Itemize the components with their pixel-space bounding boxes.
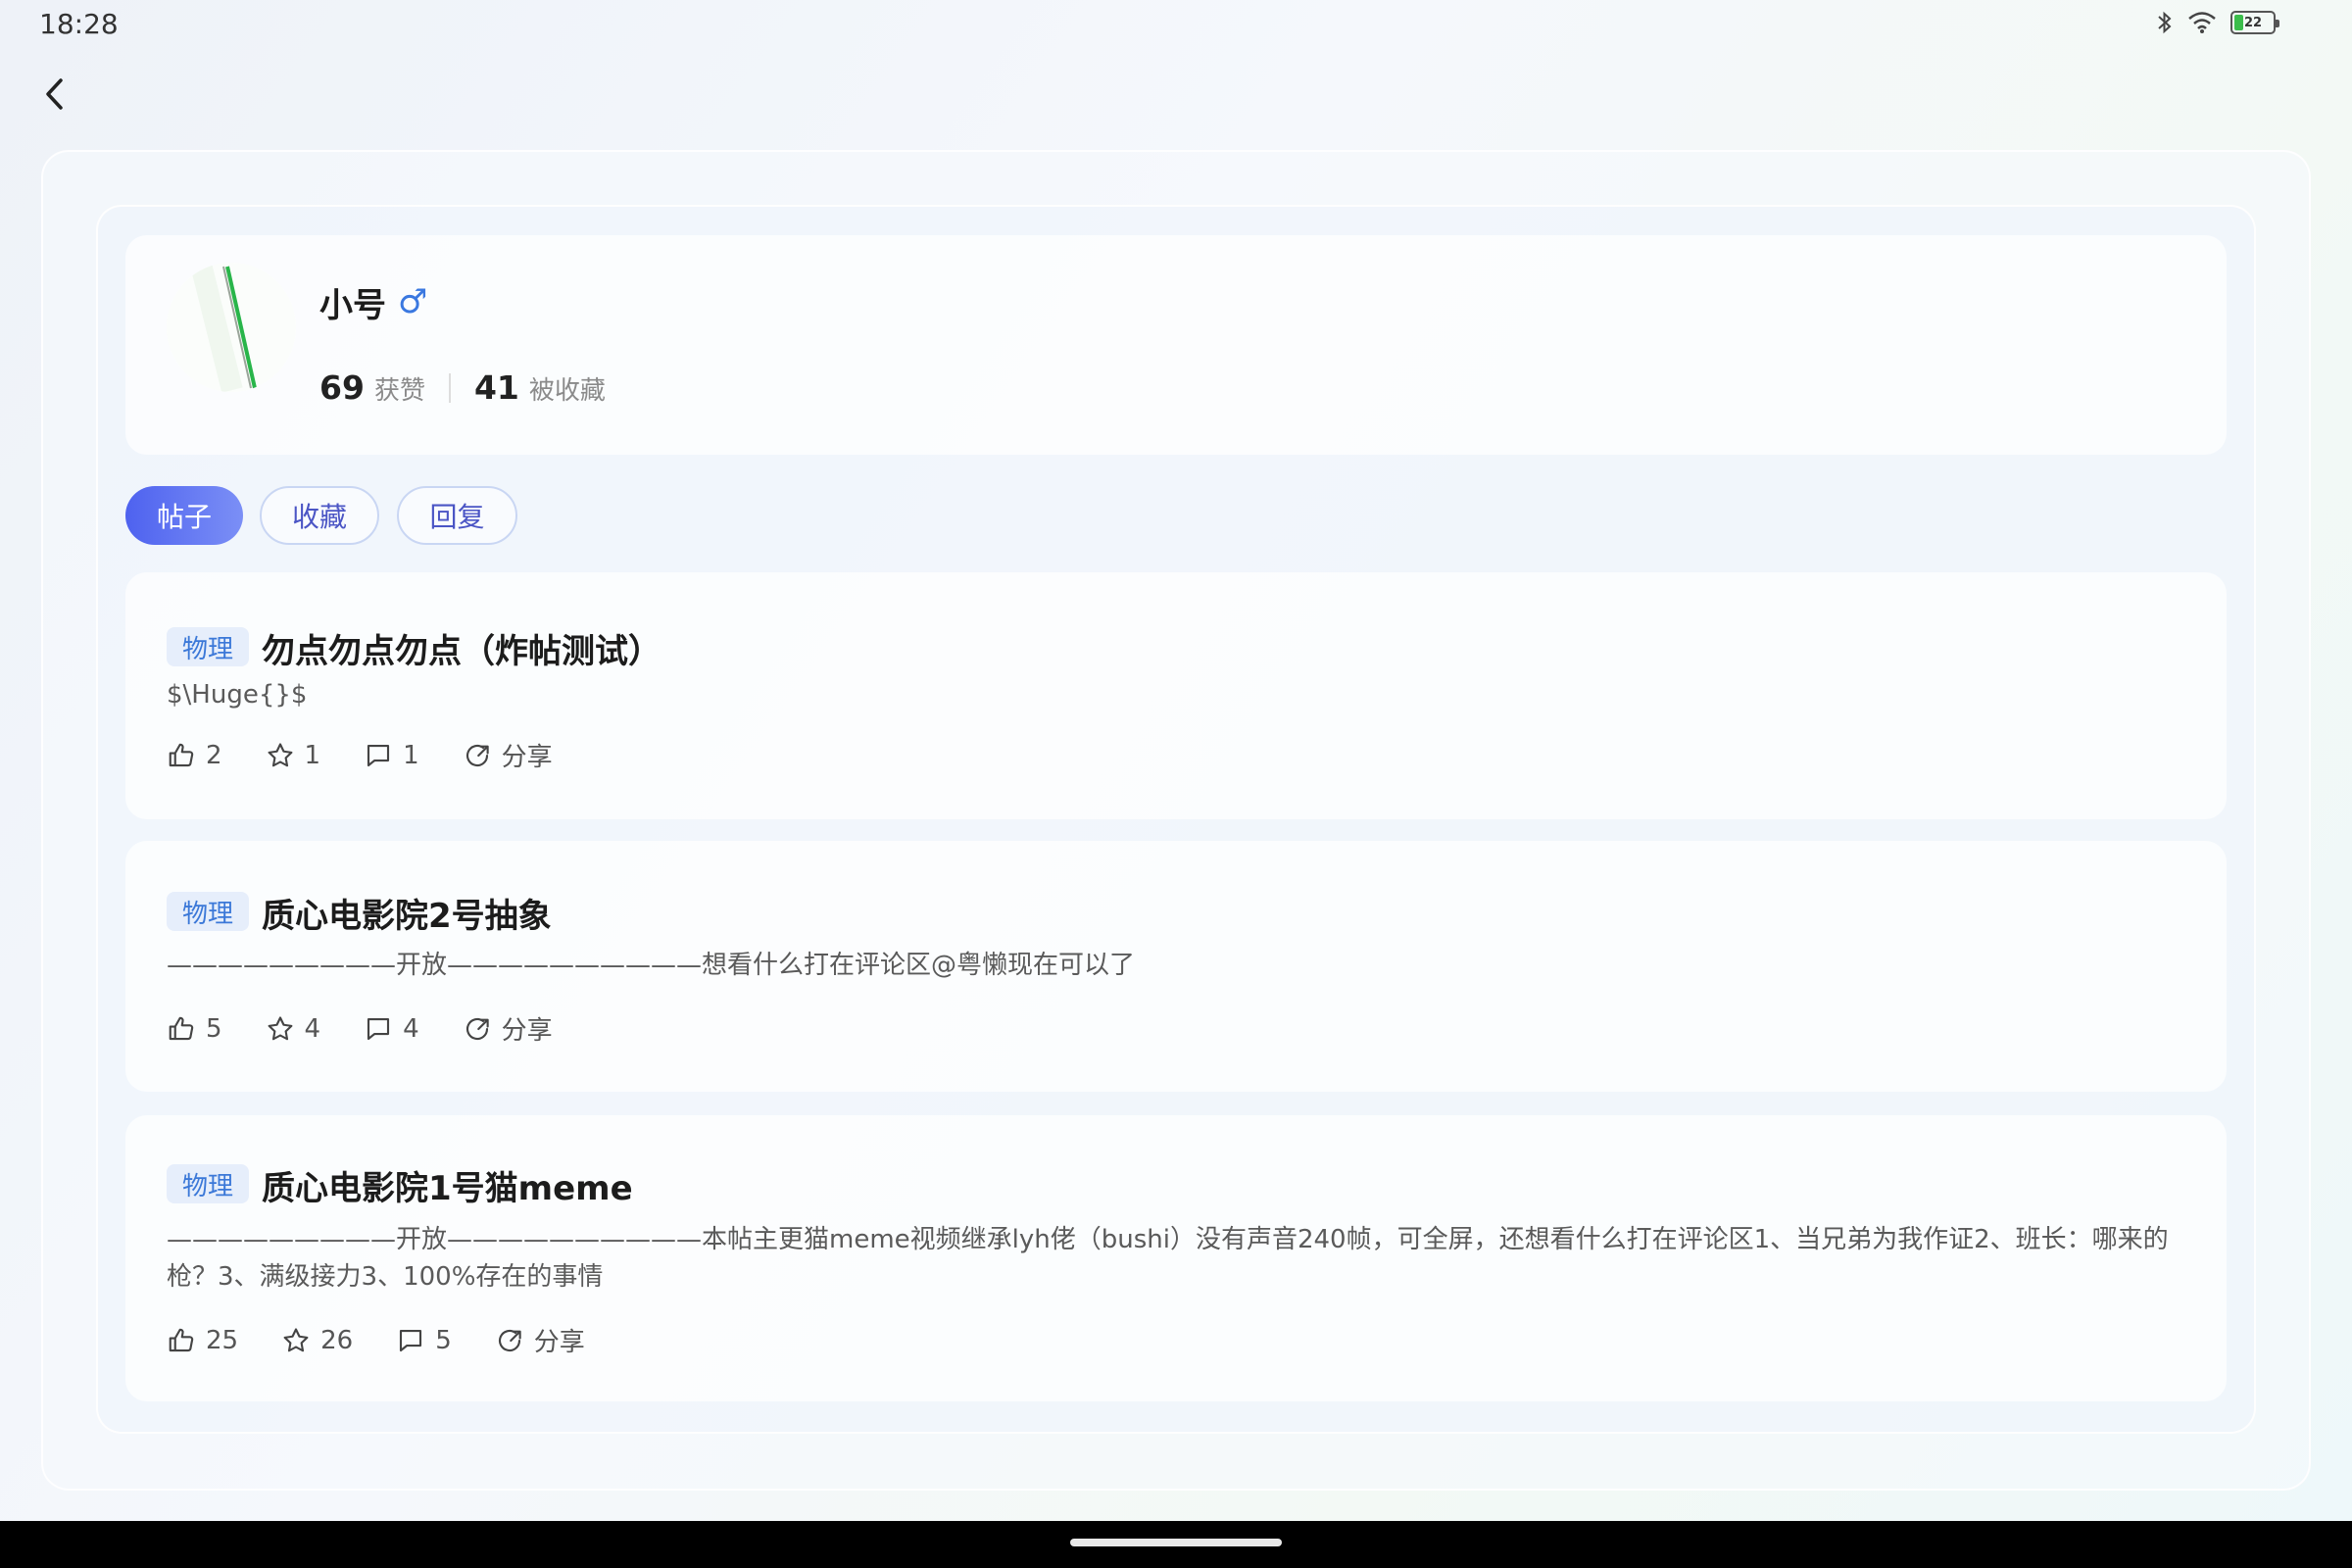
post-card[interactable]: 物理 勿点勿点勿点（炸帖测试） $\Huge{}$ 2 1 1 分享: [125, 572, 2227, 819]
star-icon: [268, 742, 292, 766]
share-button[interactable]: 分享: [463, 1010, 553, 1047]
home-indicator[interactable]: [1070, 1539, 1282, 1546]
thumb-up-icon: [169, 1328, 194, 1351]
category-tag[interactable]: 物理: [167, 892, 250, 931]
avatar[interactable]: [167, 263, 296, 392]
stat-divider: [448, 372, 451, 403]
comment-button[interactable]: 1: [364, 741, 419, 770]
likes-label: 获赞: [373, 376, 425, 406]
favorite-button[interactable]: 1: [266, 740, 321, 770]
like-count: 5: [206, 1013, 222, 1044]
thumb-up-icon: [169, 1016, 194, 1040]
profile-stats: 69 获赞 41 被收藏: [319, 368, 606, 407]
share-icon: [466, 1017, 489, 1040]
chevron-left-icon: [46, 78, 63, 110]
comment-button[interactable]: 5: [396, 1326, 452, 1355]
post-excerpt: $\Huge{}$: [167, 680, 308, 710]
share-button[interactable]: 分享: [463, 737, 553, 773]
back-button[interactable]: [33, 73, 76, 116]
comment-button[interactable]: 4: [364, 1014, 419, 1044]
post-actions: 5 4 4 分享: [167, 1010, 596, 1047]
favorite-count: 26: [320, 1325, 354, 1355]
star-icon: [268, 1015, 292, 1040]
share-icon: [498, 1329, 521, 1351]
share-label: 分享: [533, 1328, 585, 1357]
comment-icon: [400, 1329, 422, 1351]
like-count: 25: [206, 1325, 239, 1355]
like-button[interactable]: 2: [167, 741, 222, 770]
system-navigation-bar: [0, 1521, 2352, 1568]
share-icon: [466, 744, 489, 766]
profile-card: 小号 ♂ 69 获赞 41 被收藏: [125, 235, 2227, 455]
username: 小号: [319, 286, 386, 325]
post-title[interactable]: 质心电影院2号抽象: [262, 889, 552, 937]
favorited-count: 41: [473, 368, 519, 407]
favorite-count: 4: [304, 1013, 321, 1044]
male-icon: ♂: [398, 282, 428, 321]
comment-icon: [368, 1017, 390, 1040]
category-tag[interactable]: 物理: [167, 627, 250, 666]
post-actions: 2 1 1 分享: [167, 737, 596, 773]
status-bar: 18:28 22: [0, 0, 2352, 49]
post-excerpt: —————————开放——————————本帖主更猫meme视频继承lyh佬（b…: [167, 1225, 2169, 1292]
status-time: 18:28: [39, 8, 119, 40]
post-actions: 25 26 5 分享: [167, 1322, 628, 1358]
comment-count: 4: [403, 1013, 419, 1044]
likes-count: 69: [319, 368, 365, 407]
tab-favorites[interactable]: 收藏: [260, 486, 379, 545]
comment-count: 1: [403, 740, 419, 770]
battery-icon: 22: [2230, 11, 2279, 34]
post-title[interactable]: 质心电影院1号猫meme: [262, 1161, 633, 1209]
share-button[interactable]: 分享: [495, 1322, 585, 1358]
thumb-up-icon: [169, 743, 194, 766]
share-label: 分享: [501, 1016, 553, 1046]
like-button[interactable]: 25: [167, 1326, 238, 1355]
star-icon: [283, 1327, 309, 1351]
favorite-button[interactable]: 4: [266, 1013, 321, 1044]
post-card[interactable]: 物理 质心电影院2号抽象 —————————开放——————————想看什么打在…: [125, 841, 2227, 1092]
tab-posts[interactable]: 帖子: [125, 486, 243, 545]
comment-icon: [368, 744, 390, 766]
tab-replies[interactable]: 回复: [397, 486, 517, 545]
like-count: 2: [206, 740, 222, 770]
battery-level: 22: [2243, 15, 2263, 30]
like-button[interactable]: 5: [167, 1014, 222, 1044]
avatar-image: [167, 263, 296, 392]
comment-count: 5: [435, 1325, 452, 1355]
post-excerpt: —————————开放——————————想看什么打在评论区@粤懒现在可以了: [167, 951, 1136, 980]
status-icons: 22: [2156, 10, 2279, 35]
bluetooth-icon: [2158, 11, 2172, 34]
post-card[interactable]: 物理 质心电影院1号猫meme —————————开放——————————本帖主…: [125, 1115, 2227, 1401]
wifi-icon: [2188, 12, 2216, 33]
post-title[interactable]: 勿点勿点勿点（炸帖测试）: [262, 624, 662, 672]
favorite-count: 1: [304, 740, 321, 770]
favorited-label: 被收藏: [528, 376, 606, 406]
category-tag[interactable]: 物理: [167, 1164, 250, 1203]
share-label: 分享: [501, 743, 553, 772]
favorite-button[interactable]: 26: [281, 1326, 353, 1355]
